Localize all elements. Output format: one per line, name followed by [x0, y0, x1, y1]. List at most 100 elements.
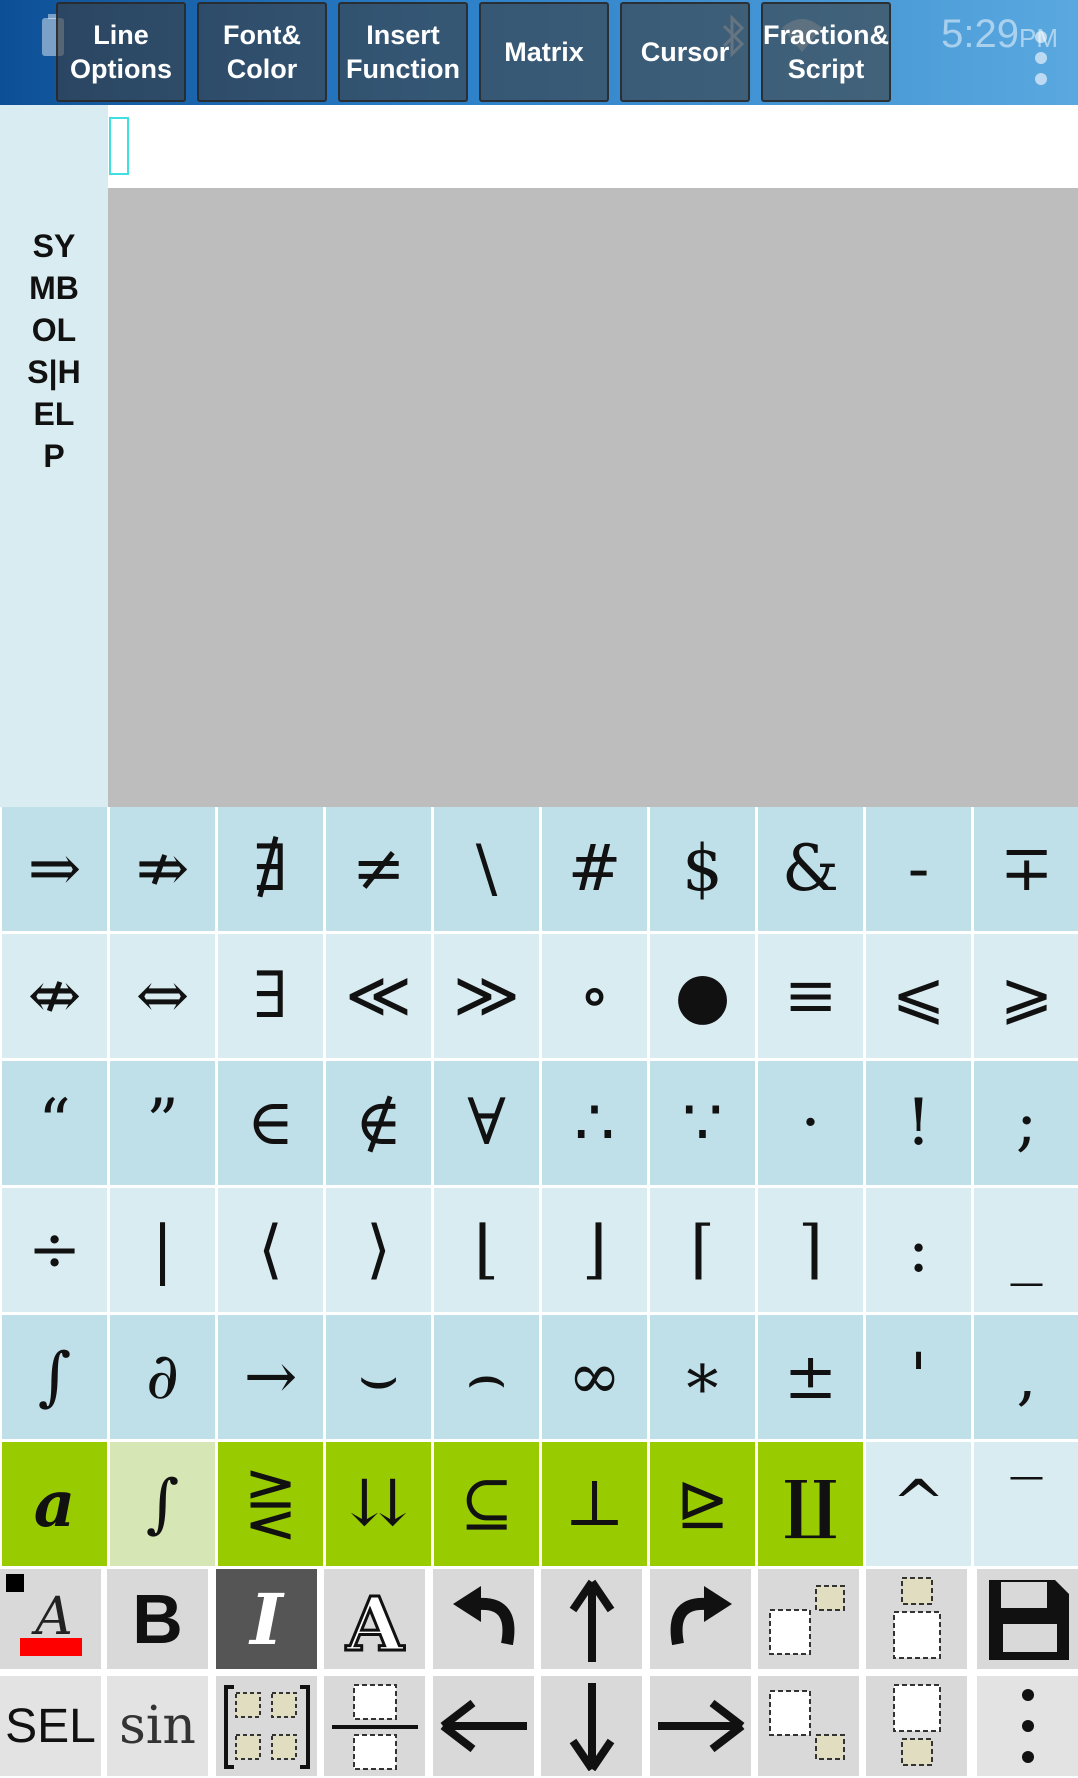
symbol-key[interactable]: \	[434, 807, 539, 931]
redo-button[interactable]	[650, 1569, 751, 1669]
symbol-key[interactable]: ∓	[974, 807, 1078, 931]
symbol-key[interactable]: ∉	[326, 1061, 431, 1185]
symbol-key[interactable]: ⌢	[434, 1315, 539, 1439]
symbol-key[interactable]: ∈	[218, 1061, 323, 1185]
symbol-key[interactable]: ∞	[542, 1315, 647, 1439]
category-key-triangles[interactable]: ⊵	[650, 1442, 755, 1566]
fraction-insert-button[interactable]	[324, 1676, 425, 1776]
symbol-key[interactable]: ⌈	[650, 1188, 755, 1312]
symbol-key[interactable]: ⩾	[974, 934, 1078, 1058]
symbol-key[interactable]: ⌉	[758, 1188, 863, 1312]
symbol-key[interactable]: #	[542, 807, 647, 931]
symbol-key[interactable]: ±	[758, 1315, 863, 1439]
top-toolbar: 5:29PM Line Options Font& Color Insert F…	[0, 0, 1078, 105]
symbol-key[interactable]: ‾	[974, 1442, 1078, 1566]
undo-button[interactable]	[433, 1569, 534, 1669]
symbol-key[interactable]: ∀	[434, 1061, 539, 1185]
function-sin-button[interactable]: sin	[107, 1676, 208, 1776]
symbol-key[interactable]: “	[2, 1061, 107, 1185]
cursor-up-button[interactable]	[541, 1569, 642, 1669]
overscript-button[interactable]	[866, 1569, 967, 1669]
font-button[interactable]: A	[324, 1569, 425, 1669]
category-key-operators[interactable]: ∐	[758, 1442, 863, 1566]
insert-function-button[interactable]: Insert Function	[338, 2, 468, 102]
cursor-left-button[interactable]	[433, 1676, 534, 1776]
symbol-key[interactable]: -	[866, 807, 971, 931]
symbol-key[interactable]: ∴	[542, 1061, 647, 1185]
symbol-key[interactable]: ⇏	[110, 807, 215, 931]
symbol-key[interactable]: ∗	[650, 1315, 755, 1439]
symbol-key[interactable]: ∂	[110, 1315, 215, 1439]
symbol-key[interactable]: ÷	[2, 1188, 107, 1312]
symbol-key[interactable]: ⇔	[110, 934, 215, 1058]
symbol-key[interactable]: ∃	[218, 934, 323, 1058]
save-button[interactable]	[977, 1569, 1078, 1669]
symbol-key[interactable]: ^	[866, 1442, 971, 1566]
symbol-key[interactable]: ⇒	[2, 807, 107, 931]
symbol-key[interactable]: ⌊	[434, 1188, 539, 1312]
symbol-key[interactable]: ·	[758, 1061, 863, 1185]
subscript-button[interactable]	[758, 1676, 859, 1776]
superscript-button[interactable]	[758, 1569, 859, 1669]
bold-label: B	[132, 1580, 183, 1658]
symbol-key[interactable]: →	[218, 1315, 323, 1439]
symbol-key[interactable]: ⩽	[866, 934, 971, 1058]
category-key-arrows[interactable]: ⇊	[326, 1442, 431, 1566]
symbol-key[interactable]: ≫	[434, 934, 539, 1058]
symbol-key[interactable]: ⇎	[2, 934, 107, 1058]
bold-button[interactable]: B	[107, 1569, 208, 1669]
symbol-key[interactable]: ⟨	[218, 1188, 323, 1312]
superscript-icon	[768, 1585, 845, 1655]
preview-area[interactable]	[108, 188, 1078, 807]
symbol-key[interactable]: '	[866, 1315, 971, 1439]
subscript-icon	[768, 1690, 845, 1760]
symbol-key[interactable]: $	[650, 807, 755, 931]
symbol-key[interactable]: !	[866, 1061, 971, 1185]
symbol-key[interactable]: ≡	[758, 934, 863, 1058]
matrix-insert-button[interactable]	[216, 1676, 317, 1776]
symbol-key[interactable]: ;	[974, 1061, 1078, 1185]
symbol-key[interactable]: ∄	[218, 807, 323, 931]
italic-button[interactable]: I	[216, 1569, 317, 1669]
font-color-button[interactable]: Font& Color	[197, 2, 327, 102]
cursor-right-button[interactable]	[650, 1676, 751, 1776]
symbol-key[interactable]: &	[758, 807, 863, 931]
line-options-button[interactable]: Line Options	[56, 2, 186, 102]
function-sin-label: sin	[119, 1696, 196, 1756]
symbol-key[interactable]: ”	[110, 1061, 215, 1185]
text-color-button[interactable]: A	[0, 1569, 101, 1669]
symbol-key[interactable]: ∫	[2, 1315, 107, 1439]
symbol-key[interactable]: ●	[650, 934, 755, 1058]
category-key-integral[interactable]: ∫	[110, 1442, 215, 1566]
arrow-right-icon	[657, 1699, 744, 1753]
symbol-key[interactable]: _	[974, 1188, 1078, 1312]
symbol-key[interactable]: ∘	[542, 934, 647, 1058]
symbol-key[interactable]: ≠	[326, 807, 431, 931]
fraction-script-button[interactable]: Fraction& Script	[761, 2, 891, 102]
cursor-button[interactable]: Cursor	[620, 2, 750, 102]
symbol-key[interactable]: |	[110, 1188, 215, 1312]
select-button[interactable]: SEL	[0, 1676, 101, 1776]
category-key-relations[interactable]: ⋛	[218, 1442, 323, 1566]
category-key-sets[interactable]: ⊆	[434, 1442, 539, 1566]
symbol-key[interactable]: ⌣	[326, 1315, 431, 1439]
symbol-key[interactable]: ≪	[326, 934, 431, 1058]
category-key-geometry[interactable]: ⊥	[542, 1442, 647, 1566]
symbols-help-panel[interactable]: SYMBOLS|HELP	[0, 105, 108, 807]
symbol-key[interactable]: ∵	[650, 1061, 755, 1185]
underscript-button[interactable]	[866, 1676, 967, 1776]
save-icon	[988, 1580, 1069, 1660]
symbol-key[interactable]: ⟩	[326, 1188, 431, 1312]
svg-text:A: A	[345, 1582, 405, 1664]
font-icon: A	[343, 1581, 406, 1665]
cursor-down-button[interactable]	[541, 1676, 642, 1776]
overflow-menu-icon[interactable]	[1034, 30, 1048, 91]
symbol-key[interactable]: ⌋	[542, 1188, 647, 1312]
category-key-alpha[interactable]: a	[2, 1442, 107, 1566]
more-options-button[interactable]	[977, 1676, 1078, 1776]
symbol-key[interactable]: :	[866, 1188, 971, 1312]
matrix-button[interactable]: Matrix	[479, 2, 609, 102]
symbols-help-label[interactable]: SYMBOLS|HELP	[24, 225, 84, 477]
equation-input[interactable]	[108, 105, 1078, 188]
symbol-key[interactable]: ,	[974, 1315, 1078, 1439]
